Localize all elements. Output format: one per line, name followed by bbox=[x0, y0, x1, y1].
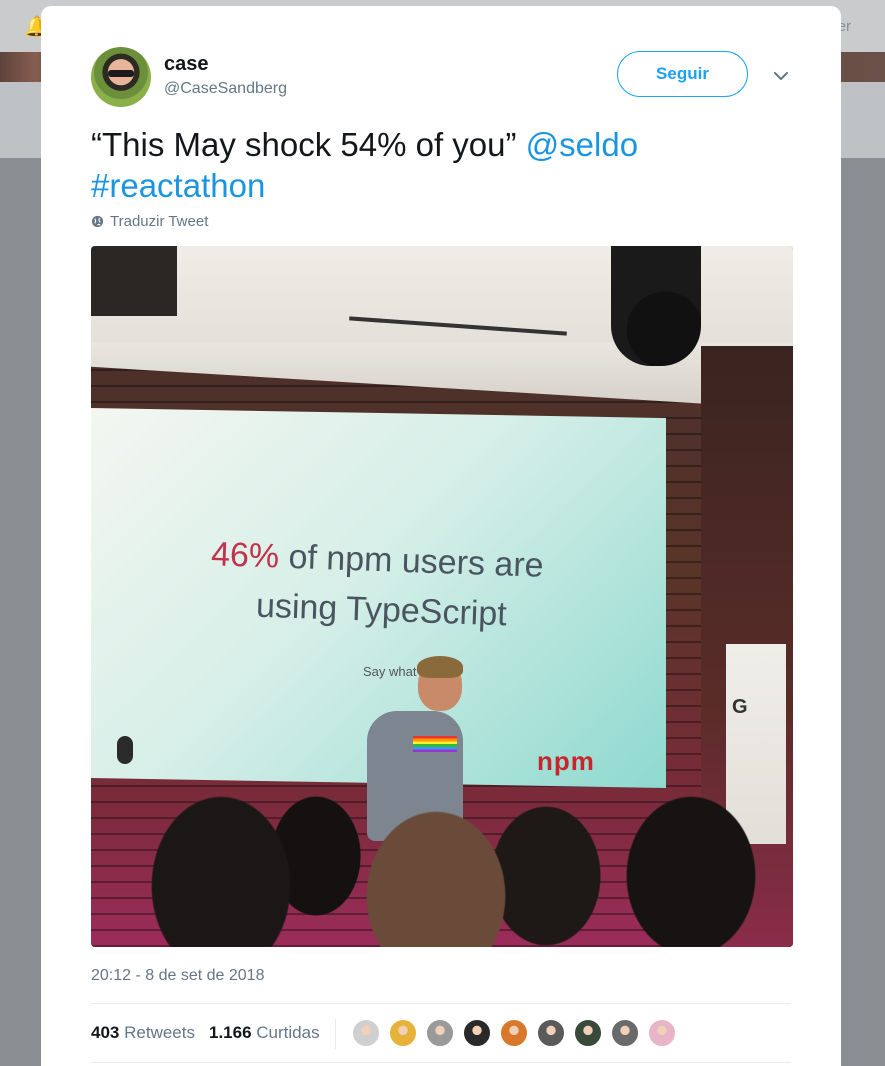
slide-headline-rest: of npm users are bbox=[278, 537, 545, 585]
follow-button[interactable]: Seguir bbox=[617, 51, 748, 97]
photo-speaker-hair bbox=[417, 656, 463, 678]
tweet-stats: 403 Retweets 1.166 Curtidas bbox=[91, 1023, 320, 1043]
slide-caption: Say what? bbox=[363, 664, 424, 679]
likes-count: 1.166 bbox=[208, 1023, 252, 1042]
liker-avatar[interactable] bbox=[499, 1018, 529, 1048]
photo-speaker-shirt-print bbox=[413, 736, 457, 752]
globe-icon bbox=[91, 215, 104, 228]
liker-avatar[interactable] bbox=[388, 1018, 418, 1048]
tweet-text: “This May shock 54% of you” @seldo #react… bbox=[91, 124, 791, 206]
translate-label: Traduzir Tweet bbox=[110, 213, 209, 230]
retweets-label: Retweets bbox=[124, 1023, 195, 1042]
avatar[interactable] bbox=[91, 47, 151, 107]
liker-avatar[interactable] bbox=[610, 1018, 640, 1048]
translate-tweet-link[interactable]: Traduzir Tweet bbox=[91, 213, 208, 230]
liker-avatar[interactable] bbox=[573, 1018, 603, 1048]
tweet-photo[interactable]: 46% of npm users are using TypeScript Sa… bbox=[91, 246, 793, 947]
liker-avatar[interactable] bbox=[351, 1018, 381, 1048]
liker-avatar[interactable] bbox=[462, 1018, 492, 1048]
tweet-text-body: “This May shock 54% of you” bbox=[91, 126, 526, 163]
avatar-sunglasses bbox=[108, 70, 134, 77]
likes-stat[interactable]: 1.166 Curtidas bbox=[209, 1023, 320, 1043]
likes-label: Curtidas bbox=[256, 1023, 320, 1042]
mention-link[interactable]: @seldo bbox=[526, 126, 638, 163]
author-handle[interactable]: @CaseSandberg bbox=[164, 80, 287, 98]
photo-projector bbox=[611, 246, 701, 366]
photo-sponsor-banner-text: G bbox=[732, 696, 748, 718]
slide-npm-logo: npm bbox=[537, 746, 595, 776]
photo-audience bbox=[91, 786, 793, 947]
slide-percentage: 46% bbox=[210, 535, 280, 576]
stats-separator bbox=[335, 1019, 336, 1049]
divider bbox=[91, 1062, 791, 1063]
liker-avatar[interactable] bbox=[647, 1018, 677, 1048]
liker-avatar[interactable] bbox=[425, 1018, 455, 1048]
author-name[interactable]: case bbox=[164, 53, 209, 76]
liker-avatars bbox=[351, 1018, 677, 1048]
retweets-count: 403 bbox=[91, 1023, 120, 1042]
hashtag-link[interactable]: #reactathon bbox=[91, 167, 265, 204]
liker-avatar[interactable] bbox=[536, 1018, 566, 1048]
divider bbox=[91, 1003, 791, 1004]
tweet-timestamp[interactable]: 20:12 - 8 de set de 2018 bbox=[91, 967, 264, 985]
chevron-down-icon[interactable] bbox=[773, 68, 789, 84]
tweet-modal: case @CaseSandberg Seguir “This May shoc… bbox=[41, 6, 841, 1066]
retweets-stat[interactable]: 403 Retweets bbox=[91, 1023, 195, 1043]
photo-ceiling-shadow bbox=[91, 246, 177, 316]
photo-microphone bbox=[117, 736, 133, 764]
